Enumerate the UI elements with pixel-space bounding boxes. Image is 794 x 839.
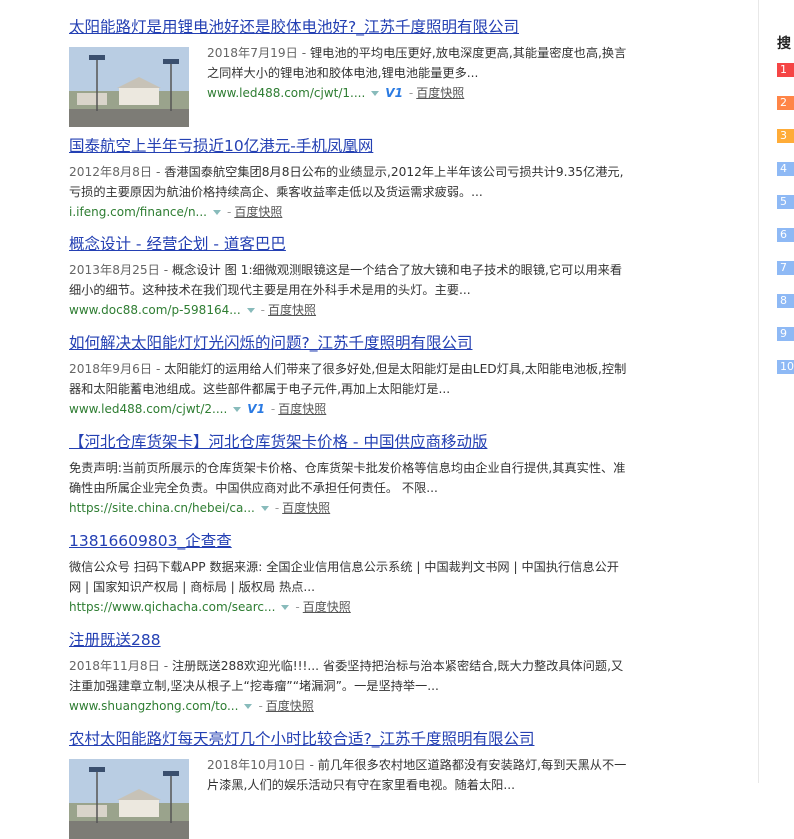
snapshot-link[interactable]: 百度快照	[282, 501, 330, 515]
verified-badge-icon[interactable]: V1	[385, 83, 403, 103]
result-date: 2018年10月10日	[207, 758, 306, 772]
chevron-down-icon[interactable]	[281, 605, 290, 610]
result-source-url[interactable]: www.doc88.com/p-598164...	[69, 303, 241, 317]
search-result: 概念设计 - 经营企划 - 道客巴巴 2013年8月25日 - 概念设计 图 1:…	[69, 234, 629, 320]
result-body: 免责声明:当前页所展示的仓库货架卡价格、仓库货架卡批发价格等信息均由企业自行提供…	[69, 458, 629, 498]
result-text: 2013年8月25日 - 概念设计 图 1:细微观测眼镜这是一个结合了放大镜和电…	[69, 263, 623, 297]
result-title-link[interactable]: 太阳能路灯是用锂电池好还是胶体电池好?_江苏千度照明有限公司	[69, 17, 629, 37]
result-date: 2013年8月25日	[69, 263, 160, 277]
result-title-link[interactable]: 注册既送288	[69, 630, 629, 650]
result-source-url[interactable]: https://www.qichacha.com/searc...	[69, 600, 275, 614]
result-body: 2018年10月10日 - 前几年很多农村地区道路都没有安装路灯,每到天黑从不一…	[69, 755, 629, 839]
result-body: 2013年8月25日 - 概念设计 图 1:细微观测眼镜这是一个结合了放大镜和电…	[69, 260, 629, 300]
chevron-down-icon[interactable]	[213, 210, 221, 215]
result-source-line: www.doc88.com/p-598164... - 百度快照	[69, 300, 629, 320]
result-source-url[interactable]: www.shuangzhong.com/to...	[69, 699, 238, 713]
snapshot-link[interactable]: 百度快照	[416, 86, 464, 100]
result-date: 2018年9月6日	[69, 362, 153, 376]
search-result: 如何解决太阳能灯灯光闪烁的问题?_江苏千度照明有限公司 2018年9月6日 - 太…	[69, 333, 629, 419]
search-result: 国泰航空上半年亏损近10亿港元-手机凤凰网 2012年8月8日 - 香港国泰航空集…	[69, 136, 629, 222]
chevron-down-icon[interactable]	[260, 506, 269, 511]
separator: -	[227, 205, 232, 219]
result-date: 2018年7月19日	[207, 46, 298, 60]
separator: -	[274, 501, 280, 515]
result-date: 2018年11月8日	[69, 659, 160, 673]
hot-search-rank-badge[interactable]: 4	[777, 162, 794, 176]
result-source-url[interactable]: www.led488.com/cjwt/2....	[69, 402, 227, 416]
sidebar-title: 搜	[777, 36, 791, 52]
result-text: 微信公众号 扫码下载APP 数据来源: 全国企业信用信息公示系统 | 中国裁判文…	[69, 557, 629, 597]
search-result: 注册既送288 2018年11月8日 - 注册既送288欢迎光临!!!... 省委…	[69, 630, 629, 716]
result-body: 微信公众号 扫码下载APP 数据来源: 全国企业信用信息公示系统 | 中国裁判文…	[69, 557, 629, 597]
snapshot-link[interactable]: 百度快照	[268, 303, 316, 317]
snapshot-link[interactable]: 百度快照	[234, 205, 282, 219]
result-description: 免责声明:当前页所展示的仓库货架卡价格、仓库货架卡批发价格等信息均由企业自行提供…	[69, 461, 626, 495]
result-text: 2012年8月8日 - 香港国泰航空集团8月8日公布的业绩显示,2012年上半年…	[69, 165, 624, 199]
snapshot-link[interactable]: 百度快照	[303, 600, 351, 614]
result-title-link[interactable]: 如何解决太阳能灯灯光闪烁的问题?_江苏千度照明有限公司	[69, 333, 629, 353]
result-source-line: www.led488.com/cjwt/2.... V1- 百度快照	[69, 399, 629, 419]
result-source-line: www.shuangzhong.com/to... - 百度快照	[69, 696, 629, 716]
search-result: 太阳能路灯是用锂电池好还是胶体电池好?_江苏千度照明有限公司 2018年7月19日…	[69, 17, 629, 127]
result-thumbnail[interactable]	[69, 759, 189, 839]
result-source-url[interactable]: www.led488.com/cjwt/1....	[207, 86, 365, 100]
result-text: 2018年9月6日 - 太阳能灯的运用给人们带来了很多好处,但是太阳能灯是由LE…	[69, 362, 627, 396]
search-result: 【河北仓库货架卡】河北仓库货架卡价格 - 中国供应商移动版免责声明:当前页所展示…	[69, 432, 629, 518]
snapshot-link[interactable]: 百度快照	[266, 699, 314, 713]
result-source-line: i.ifeng.com/finance/n... - 百度快照	[69, 202, 629, 222]
verified-badge-icon[interactable]: V1	[247, 399, 265, 419]
hot-search-rank-badge[interactable]: 9	[777, 327, 794, 341]
result-title-link[interactable]: 概念设计 - 经营企划 - 道客巴巴	[69, 234, 629, 254]
chevron-down-icon[interactable]	[244, 704, 253, 709]
result-text: 2018年7月19日 - 锂电池的平均电压更好,放电深度更高,其能量密度也高,换…	[207, 43, 629, 127]
hot-search-rank-badge[interactable]: 7	[777, 261, 794, 275]
result-title-link[interactable]: 国泰航空上半年亏损近10亿港元-手机凤凰网	[69, 136, 629, 156]
result-body: 2018年7月19日 - 锂电池的平均电压更好,放电深度更高,其能量密度也高,换…	[69, 43, 629, 127]
chevron-down-icon[interactable]	[371, 91, 380, 96]
result-body: 2012年8月8日 - 香港国泰航空集团8月8日公布的业绩显示,2012年上半年…	[69, 162, 629, 202]
separator: -	[260, 303, 266, 317]
result-text: 免责声明:当前页所展示的仓库货架卡价格、仓库货架卡批发价格等信息均由企业自行提供…	[69, 458, 629, 498]
hot-search-rank-badge[interactable]: 5	[777, 195, 794, 209]
result-body: 2018年11月8日 - 注册既送288欢迎光临!!!... 省委坚持把治标与治…	[69, 656, 629, 696]
hot-search-rank-badge[interactable]: 3	[777, 129, 794, 143]
chevron-down-icon[interactable]	[233, 407, 242, 412]
hot-search-sidebar: 搜 1 2 3 4 5 6 7 8 9 10	[758, 0, 794, 783]
result-title-link[interactable]: 13816609803_企查查	[69, 531, 629, 551]
hot-search-rank-badge[interactable]: 1	[777, 63, 794, 77]
result-source-url[interactable]: https://site.china.cn/hebei/ca...	[69, 501, 255, 515]
hot-search-rank-badge[interactable]: 2	[777, 96, 794, 110]
chevron-down-icon[interactable]	[246, 308, 255, 313]
snapshot-link[interactable]: 百度快照	[278, 402, 326, 416]
hot-search-rank-badge[interactable]: 10	[777, 360, 794, 374]
hot-search-rank-badge[interactable]: 8	[777, 294, 794, 308]
separator: -	[258, 699, 263, 713]
separator: -	[408, 86, 414, 100]
result-source-line: https://site.china.cn/hebei/ca... - 百度快照	[69, 498, 629, 518]
result-description: 微信公众号 扫码下载APP 数据来源: 全国企业信用信息公示系统 | 中国裁判文…	[69, 560, 619, 594]
result-title-link[interactable]: 农村太阳能路灯每天亮灯几个小时比较合适?_江苏千度照明有限公司	[69, 729, 629, 749]
result-date: 2012年8月8日	[69, 165, 153, 179]
result-source-line: https://www.qichacha.com/searc... - 百度快照	[69, 597, 629, 617]
result-thumbnail[interactable]	[69, 47, 189, 127]
search-result: 农村太阳能路灯每天亮灯几个小时比较合适?_江苏千度照明有限公司 2018年10月1…	[69, 729, 629, 839]
result-body: 2018年9月6日 - 太阳能灯的运用给人们带来了很多好处,但是太阳能灯是由LE…	[69, 359, 629, 399]
result-source-line: www.led488.com/cjwt/1.... V1- 百度快照	[207, 83, 629, 103]
separator: -	[270, 402, 276, 416]
result-text: 2018年10月10日 - 前几年很多农村地区道路都没有安装路灯,每到天黑从不一…	[207, 758, 627, 792]
result-title-link[interactable]: 【河北仓库货架卡】河北仓库货架卡价格 - 中国供应商移动版	[69, 432, 629, 452]
hot-search-rank-badge[interactable]: 6	[777, 228, 794, 242]
search-result: 13816609803_企查查微信公众号 扫码下载APP 数据来源: 全国企业信…	[69, 531, 629, 617]
separator: -	[295, 600, 300, 614]
result-source-url[interactable]: i.ifeng.com/finance/n...	[69, 205, 207, 219]
result-text: 2018年11月8日 - 注册既送288欢迎光临!!!... 省委坚持把治标与治…	[69, 659, 624, 693]
